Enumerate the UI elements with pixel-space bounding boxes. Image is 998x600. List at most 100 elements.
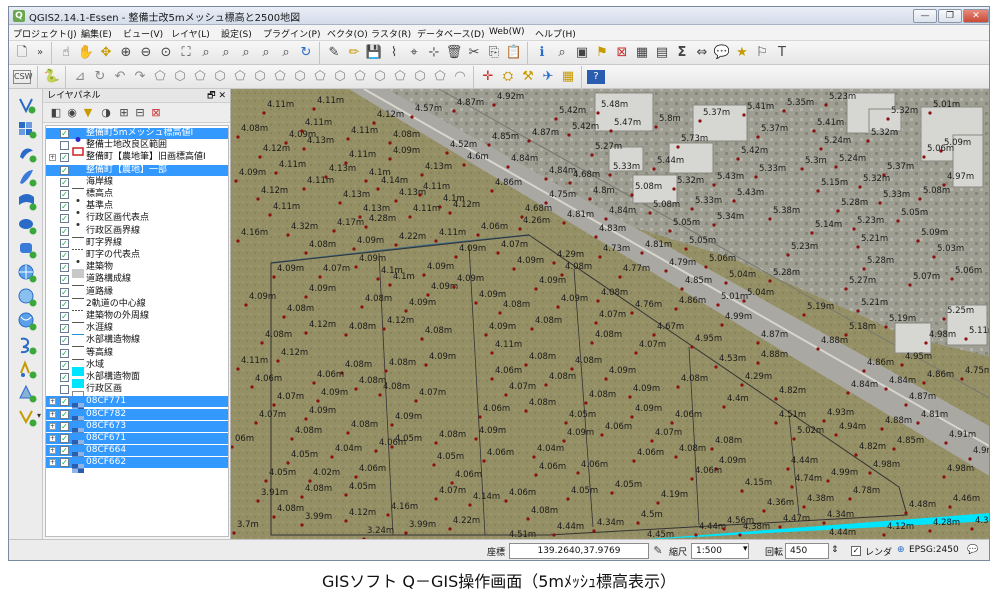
elevation-point[interactable] (596, 111, 600, 115)
elevation-point[interactable] (862, 267, 866, 271)
elevation-point[interactable] (482, 459, 486, 463)
elevation-point[interactable] (312, 381, 316, 385)
add-ring-icon[interactable]: ⬡ (171, 68, 189, 86)
layer-panel-dock-buttons[interactable]: 🗗 ✕ (207, 89, 226, 103)
elevation-point[interactable] (304, 251, 308, 255)
georeferencer-icon[interactable]: ✛ (479, 68, 497, 86)
elevation-point[interactable] (414, 399, 418, 403)
layer-visibility-checkbox[interactable]: ✓ (60, 299, 69, 309)
elevation-point[interactable] (836, 209, 840, 213)
elevation-point[interactable] (740, 383, 744, 387)
elevation-point[interactable] (590, 153, 594, 157)
elevation-point[interactable] (826, 479, 830, 483)
elevation-point[interactable] (652, 167, 656, 171)
rotate-icon[interactable]: ↻ (91, 68, 109, 86)
elevation-point[interactable] (474, 301, 478, 305)
elevation-point[interactable] (394, 199, 398, 203)
touch-icon[interactable]: ☝ (57, 44, 75, 62)
elevation-point[interactable] (518, 227, 522, 231)
add-raster-layer-icon[interactable] (17, 119, 37, 139)
elevation-point[interactable] (304, 331, 308, 335)
elevation-point[interactable] (782, 109, 786, 113)
layer-visibility-checkbox[interactable]: ✓ (60, 336, 69, 346)
layer-row[interactable]: 整備士地改良区範囲 (46, 140, 228, 156)
elevation-point[interactable] (290, 437, 294, 441)
elevation-point[interactable] (452, 109, 456, 113)
spatial-query-icon[interactable]: ▦ (559, 68, 577, 86)
restore-button[interactable]: ❐ (938, 9, 962, 23)
zoom-selection-icon[interactable]: ⌕ (197, 44, 215, 62)
elevation-point[interactable] (388, 141, 392, 145)
elevation-point[interactable] (690, 207, 694, 211)
elevation-point[interactable] (530, 327, 534, 331)
layer-visibility-checkbox[interactable]: ✓ (60, 373, 69, 382)
elevation-point[interactable] (364, 179, 368, 183)
elevation-point[interactable] (630, 415, 634, 419)
elevation-point[interactable] (900, 363, 904, 367)
elevation-point[interactable] (882, 533, 886, 537)
elevation-point[interactable] (604, 377, 608, 381)
elevation-point[interactable] (588, 197, 592, 201)
elevation-point[interactable] (445, 151, 449, 155)
elevation-point[interactable] (496, 251, 500, 255)
elevation-point[interactable] (332, 229, 336, 233)
elevation-point[interactable] (304, 417, 308, 421)
elevation-point[interactable] (378, 393, 382, 397)
layer-visibility-checkbox[interactable]: ✓ (60, 177, 69, 187)
elevation-point[interactable] (812, 129, 816, 133)
elevation-point[interactable] (884, 387, 888, 391)
layer-visibility-checkbox[interactable]: ✓ (60, 348, 69, 358)
layer-row[interactable]: ✓ 整備町【農地】一部 (46, 164, 228, 176)
add-delimited-text-icon[interactable] (17, 335, 37, 355)
elevation-point[interactable] (664, 269, 668, 273)
elevation-point[interactable] (732, 199, 736, 203)
field-calculator-icon[interactable]: ▤ (653, 44, 671, 62)
crs-label[interactable]: EPSG:2450 (909, 545, 959, 555)
add-feature-icon[interactable]: ⌇ (385, 44, 403, 62)
elevation-point[interactable] (492, 103, 496, 107)
layer-visibility-checkbox[interactable]: ✓ (60, 238, 69, 248)
elevation-point[interactable] (394, 243, 398, 247)
elevation-point[interactable] (490, 351, 494, 355)
elevation-point[interactable] (932, 255, 936, 259)
elevation-point[interactable] (300, 129, 304, 133)
elevation-point[interactable] (388, 283, 392, 287)
elevation-point[interactable] (676, 385, 680, 389)
elevation-point[interactable] (232, 531, 236, 535)
elevation-point[interactable] (256, 197, 260, 201)
layer-expand-toggle[interactable]: + (49, 398, 56, 406)
elevation-point[interactable] (618, 275, 622, 279)
elevation-point[interactable] (262, 111, 266, 115)
elevation-point[interactable] (916, 421, 920, 425)
menu-edit[interactable]: 編集(E) (81, 27, 112, 40)
menu-raster[interactable]: ラスタ(R) (371, 27, 411, 40)
elevation-point[interactable] (568, 181, 572, 185)
elevation-point[interactable] (738, 533, 742, 537)
elevation-point[interactable] (584, 401, 588, 405)
elevation-point[interactable] (684, 247, 688, 251)
elevation-point[interactable] (968, 457, 972, 461)
elevation-point[interactable] (264, 479, 268, 483)
elevation-point[interactable] (676, 145, 680, 149)
elevation-point[interactable] (960, 377, 964, 381)
manage-visibility-icon[interactable]: ◑ (97, 104, 115, 122)
elevation-point[interactable] (856, 245, 860, 249)
elevation-point[interactable] (672, 187, 676, 191)
rotation-field[interactable]: 450 (785, 543, 829, 559)
zoom-in-icon[interactable]: ⊕ (117, 44, 135, 62)
elevation-point[interactable] (544, 177, 548, 181)
elevation-point[interactable] (720, 323, 724, 327)
help-icon[interactable]: ? (587, 70, 605, 84)
crs-globe-icon[interactable]: ⊕ (897, 545, 905, 555)
elevation-point[interactable] (694, 533, 698, 537)
toolbar-overflow-icon[interactable]: » (31, 44, 49, 62)
coordinate-field[interactable]: 139.2640,37.9769 (509, 543, 649, 559)
layer-visibility-checkbox[interactable]: ✓ (60, 165, 69, 175)
elevation-point[interactable] (674, 455, 678, 459)
elevation-point[interactable] (712, 223, 716, 227)
statistics-icon[interactable]: Σ (673, 44, 691, 62)
layer-expand-toggle[interactable]: + (49, 154, 56, 162)
elevation-point[interactable] (654, 125, 658, 129)
elevation-point[interactable] (372, 121, 376, 125)
zoom-native-icon[interactable]: ⊙ (157, 44, 175, 62)
